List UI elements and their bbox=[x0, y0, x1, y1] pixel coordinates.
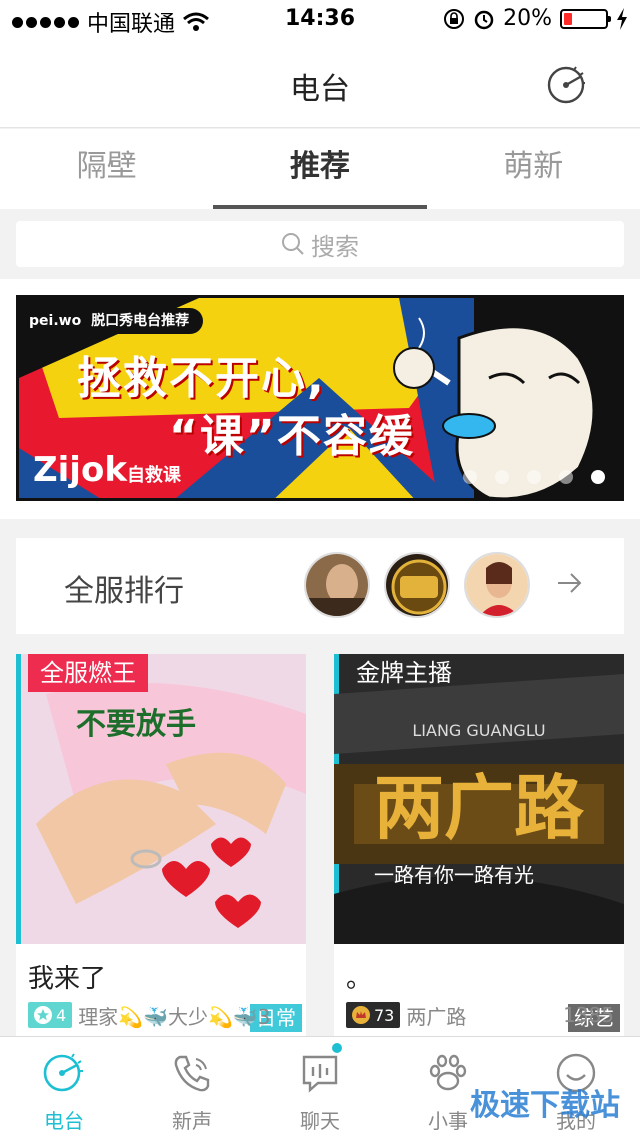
level-badge: 73 bbox=[346, 1002, 401, 1028]
battery-icon bbox=[560, 8, 611, 29]
cover-subtitle: 一路有你一路有光 bbox=[374, 863, 534, 887]
star-icon bbox=[34, 1006, 52, 1024]
carousel-dot[interactable] bbox=[495, 470, 509, 484]
tabbar-label: 新声 bbox=[172, 1109, 212, 1133]
room-card[interactable]: 不要放手 全服燃王 日常 我来了 4 理家💫🐳大少💫🐳3 bbox=[16, 654, 306, 1038]
tabbar-label: 电台 bbox=[44, 1109, 84, 1133]
room-members: 理家💫🐳大少💫🐳3 bbox=[78, 1004, 271, 1029]
room-name: 。 bbox=[346, 964, 373, 994]
watermark: 极速下载站 bbox=[470, 1088, 620, 1123]
paw-icon bbox=[429, 1054, 467, 1091]
phone-icon bbox=[174, 1055, 210, 1092]
banner-headline-1: 拯救不开心, bbox=[77, 353, 326, 404]
room-meta: 4 理家💫🐳大少💫🐳3 bbox=[28, 1000, 296, 1030]
gauge-icon[interactable] bbox=[546, 64, 588, 106]
tabbar-chat[interactable]: 聊天 bbox=[256, 1037, 384, 1136]
tab-newbie[interactable]: 萌新 bbox=[427, 129, 640, 209]
search-bar[interactable]: 搜索 bbox=[16, 221, 624, 267]
promo-banner[interactable]: pei.wo 脱口秀电台推荐 拯救不开心, “课”不容缓 Zijok自救课 bbox=[16, 295, 624, 501]
listener-count: 1385 bbox=[563, 1003, 614, 1027]
tabbar-label: 聊天 bbox=[300, 1109, 340, 1133]
unread-dot bbox=[332, 1043, 342, 1053]
banner-brand: Zijok自救课 bbox=[33, 450, 181, 490]
status-bar: 中国联通 14:36 20% bbox=[0, 0, 640, 40]
cover-text: LIANG GUANGLU bbox=[412, 721, 545, 740]
chat-icon bbox=[302, 1055, 338, 1093]
carousel-dot[interactable] bbox=[559, 470, 573, 484]
crown-icon bbox=[352, 1006, 370, 1024]
rank-badge: 全服燃王 bbox=[28, 654, 148, 692]
banner-area: pei.wo 脱口秀电台推荐 拯救不开心, “课”不容缓 Zijok自救课 bbox=[0, 279, 640, 519]
room-cover: LIANG GUANGLU 两广路 一路有你一路有光 bbox=[334, 654, 624, 944]
nav-header: 电台 bbox=[0, 40, 640, 128]
search-area: 搜索 bbox=[0, 209, 640, 279]
tab-recommended[interactable]: 推荐 bbox=[213, 129, 427, 209]
tabbar-radio[interactable]: 电台 bbox=[0, 1037, 128, 1136]
rank-badge: 金牌主播 bbox=[356, 659, 452, 687]
level-badge: 4 bbox=[28, 1002, 73, 1028]
carousel-dot-active[interactable] bbox=[591, 470, 605, 484]
avatar[interactable] bbox=[384, 552, 450, 618]
battery-percent: 20% bbox=[503, 6, 552, 31]
room-card[interactable]: LIANG GUANGLU 两广路 一路有你一路有光 金牌主播 综艺 。 73 … bbox=[334, 654, 624, 1038]
banner-tag: pei.wo 脱口秀电台推荐 bbox=[19, 308, 204, 334]
cover-text: 不要放手 bbox=[76, 707, 196, 742]
arrow-right-icon bbox=[558, 573, 582, 593]
carousel-dots[interactable] bbox=[463, 470, 605, 484]
room-members: 两广路 bbox=[406, 1004, 467, 1029]
avatar[interactable] bbox=[304, 552, 370, 618]
ranking-row[interactable]: 全服排行 bbox=[16, 538, 624, 634]
search-placeholder: 搜索 bbox=[311, 232, 359, 261]
tabbar-new-voice[interactable]: 新声 bbox=[128, 1037, 256, 1136]
tab-neighbor[interactable]: 隔壁 bbox=[0, 129, 213, 209]
carousel-dot[interactable] bbox=[463, 470, 477, 484]
alarm-icon bbox=[474, 10, 494, 29]
banner-headline-2: “课”不容缓 bbox=[169, 411, 415, 462]
rotation-lock-icon bbox=[444, 8, 465, 29]
room-meta: 73 两广路 1385 bbox=[346, 1000, 614, 1030]
avatar[interactable] bbox=[464, 552, 530, 618]
top-tabs: 隔壁 推荐 萌新 bbox=[0, 129, 640, 209]
radio-icon bbox=[43, 1053, 83, 1092]
charging-icon bbox=[617, 7, 627, 30]
room-name: 我来了 bbox=[28, 964, 107, 994]
room-cover: 不要放手 bbox=[16, 654, 306, 944]
carousel-dot[interactable] bbox=[527, 470, 541, 484]
ranking-label: 全服排行 bbox=[64, 574, 184, 609]
search-icon bbox=[282, 233, 304, 255]
cover-title: 两广路 bbox=[374, 767, 585, 849]
page-title: 电台 bbox=[290, 72, 350, 107]
